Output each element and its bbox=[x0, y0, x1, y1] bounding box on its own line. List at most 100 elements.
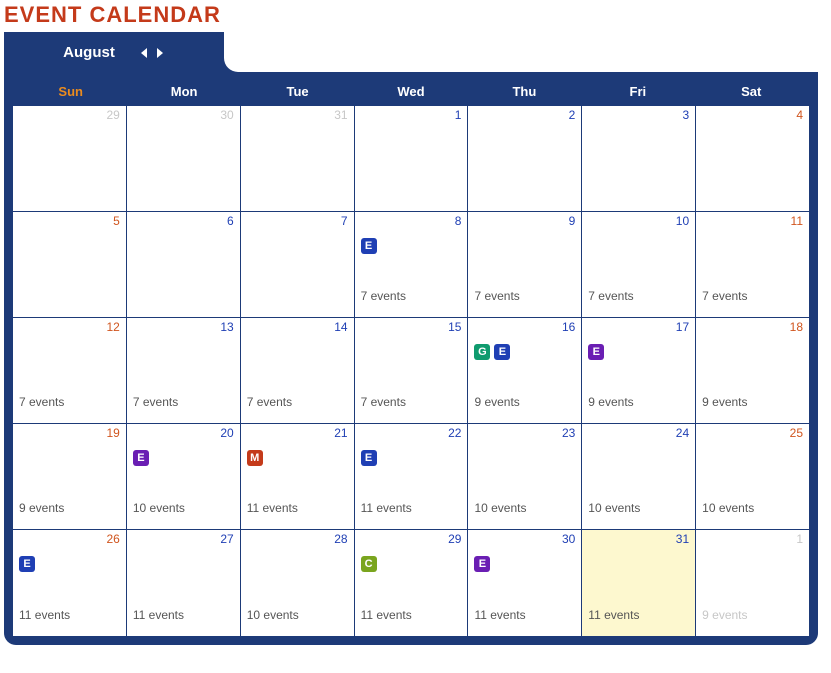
day-cell[interactable]: 2810 events bbox=[241, 530, 355, 636]
event-count[interactable]: 10 events bbox=[588, 501, 689, 515]
badge-row bbox=[588, 450, 689, 468]
day-cell[interactable]: 4 bbox=[696, 106, 809, 212]
event-count[interactable]: 9 events bbox=[702, 395, 803, 409]
day-cell[interactable]: 1 9 events bbox=[696, 530, 809, 636]
month-nav bbox=[139, 46, 165, 58]
event-badge-g[interactable]: G bbox=[474, 344, 490, 360]
day-cell[interactable]: 17E9 events bbox=[582, 318, 696, 424]
event-count[interactable]: 9 events bbox=[588, 395, 689, 409]
day-cell[interactable]: 16GE9 events bbox=[468, 318, 582, 424]
event-count[interactable]: 10 events bbox=[702, 501, 803, 515]
day-cell[interactable]: 2510 events bbox=[696, 424, 809, 530]
day-cell[interactable]: 1 bbox=[355, 106, 469, 212]
day-cell[interactable]: 18 9 events bbox=[696, 318, 809, 424]
event-count[interactable]: 11 events bbox=[474, 608, 575, 622]
event-badge-m[interactable]: M bbox=[247, 450, 263, 466]
day-cell[interactable]: 199 events bbox=[13, 424, 127, 530]
badge-row: C bbox=[361, 556, 462, 574]
dow-fri: Fri bbox=[581, 84, 694, 99]
day-cell[interactable]: 29C11 events bbox=[355, 530, 469, 636]
event-badge-e-purple[interactable]: E bbox=[474, 556, 490, 572]
day-number: 2 bbox=[569, 108, 576, 122]
badge-row bbox=[702, 132, 803, 150]
day-number: 18 bbox=[790, 320, 803, 334]
day-number: 15 bbox=[448, 320, 461, 334]
badge-row bbox=[19, 344, 120, 362]
day-cell[interactable]: 26 E 11 events bbox=[13, 530, 127, 636]
event-count[interactable]: 11 events bbox=[133, 608, 234, 622]
day-number: 9 bbox=[569, 214, 576, 228]
event-count[interactable]: 11 events bbox=[247, 501, 348, 515]
day-number: 31 bbox=[334, 108, 347, 122]
day-cell[interactable]: 30E11 events bbox=[468, 530, 582, 636]
dow-wed: Wed bbox=[354, 84, 467, 99]
day-cell[interactable]: 14 7 events bbox=[241, 318, 355, 424]
day-number: 24 bbox=[676, 426, 689, 440]
day-cell[interactable]: 2310 events bbox=[468, 424, 582, 530]
event-badge-e-blue[interactable]: E bbox=[19, 556, 35, 572]
day-cell[interactable]: 107 events bbox=[582, 212, 696, 318]
event-count[interactable]: 11 events bbox=[19, 608, 120, 622]
day-cell[interactable]: 29 bbox=[13, 106, 127, 212]
badge-row bbox=[133, 556, 234, 574]
event-badge-e-blue[interactable]: E bbox=[361, 450, 377, 466]
day-cell[interactable]: 8E7 events bbox=[355, 212, 469, 318]
month-tab-row: August bbox=[4, 32, 818, 72]
event-badge-e-purple[interactable]: E bbox=[133, 450, 149, 466]
event-count[interactable]: 11 events bbox=[361, 501, 462, 515]
day-cell[interactable]: 3111 events bbox=[582, 530, 696, 636]
event-count[interactable]: 9 events bbox=[19, 501, 120, 515]
event-count[interactable]: 7 events bbox=[361, 395, 462, 409]
day-cell[interactable]: 9 7 events bbox=[468, 212, 582, 318]
week-row: 2930 31 1 234 bbox=[13, 106, 809, 212]
day-number: 14 bbox=[334, 320, 347, 334]
event-count[interactable]: 10 events bbox=[133, 501, 234, 515]
event-count[interactable]: 7 events bbox=[19, 395, 120, 409]
day-cell[interactable]: 5 bbox=[13, 212, 127, 318]
day-cell[interactable]: 22 E 11 events bbox=[355, 424, 469, 530]
event-count[interactable]: 7 events bbox=[588, 289, 689, 303]
day-cell[interactable]: 137 events bbox=[127, 318, 241, 424]
event-count[interactable]: 7 events bbox=[247, 395, 348, 409]
event-badge-e-blue[interactable]: E bbox=[494, 344, 510, 360]
day-number: 7 bbox=[341, 214, 348, 228]
day-cell[interactable]: 3 bbox=[582, 106, 696, 212]
day-cell[interactable]: 20E10 events bbox=[127, 424, 241, 530]
day-number: 12 bbox=[107, 320, 120, 334]
day-number: 21 bbox=[334, 426, 347, 440]
month-tab: August bbox=[4, 32, 224, 72]
day-cell[interactable]: 11 7 events bbox=[696, 212, 809, 318]
prev-month-button[interactable] bbox=[139, 46, 149, 58]
day-cell[interactable]: 15 7 events bbox=[355, 318, 469, 424]
day-cell[interactable]: 7 bbox=[241, 212, 355, 318]
event-count[interactable]: 10 events bbox=[247, 608, 348, 622]
event-count[interactable]: 10 events bbox=[474, 501, 575, 515]
next-month-button[interactable] bbox=[155, 46, 165, 58]
day-cell[interactable]: 12 7 events bbox=[13, 318, 127, 424]
day-cell[interactable]: 24 10 events bbox=[582, 424, 696, 530]
event-badge-c[interactable]: C bbox=[361, 556, 377, 572]
day-cell[interactable]: 31 bbox=[241, 106, 355, 212]
event-count[interactable]: 9 events bbox=[474, 395, 575, 409]
event-badge-e-purple[interactable]: E bbox=[588, 344, 604, 360]
event-count[interactable]: 11 events bbox=[361, 608, 462, 622]
event-count[interactable]: 7 events bbox=[133, 395, 234, 409]
day-number: 6 bbox=[227, 214, 234, 228]
badge-row: M bbox=[247, 450, 348, 468]
day-number: 1 bbox=[796, 532, 803, 546]
event-count[interactable]: 7 events bbox=[702, 289, 803, 303]
day-number: 26 bbox=[107, 532, 120, 546]
event-count[interactable]: 7 events bbox=[474, 289, 575, 303]
event-count[interactable]: 9 events bbox=[702, 608, 803, 622]
day-cell[interactable]: 2711 events bbox=[127, 530, 241, 636]
day-number: 22 bbox=[448, 426, 461, 440]
day-cell[interactable]: 30 bbox=[127, 106, 241, 212]
day-cell[interactable]: 21 M 11 events bbox=[241, 424, 355, 530]
event-count[interactable]: 11 events bbox=[588, 608, 689, 622]
day-number: 11 bbox=[791, 214, 803, 228]
event-badge-e-blue[interactable]: E bbox=[361, 238, 377, 254]
day-cell[interactable]: 6 bbox=[127, 212, 241, 318]
day-cell[interactable]: 2 bbox=[468, 106, 582, 212]
badge-row bbox=[588, 132, 689, 150]
event-count[interactable]: 7 events bbox=[361, 289, 462, 303]
